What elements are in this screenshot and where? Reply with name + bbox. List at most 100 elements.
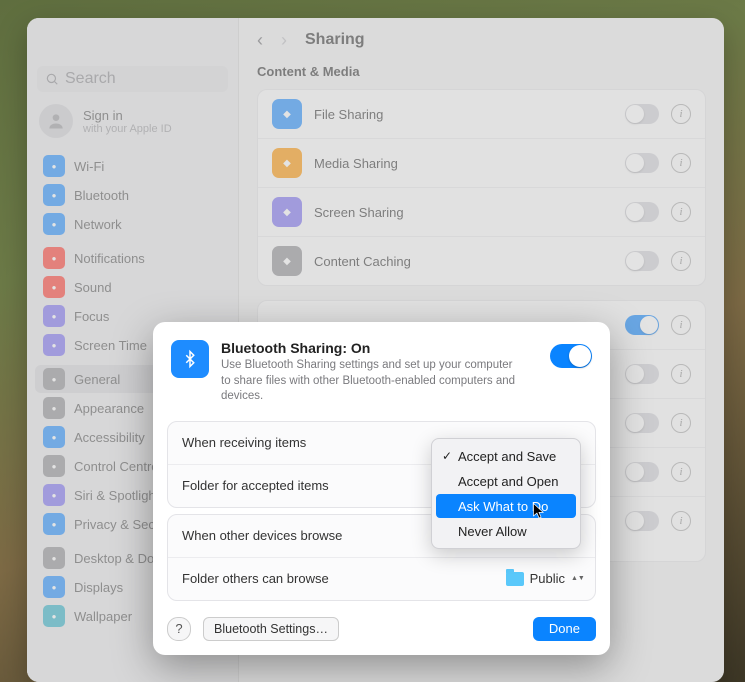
done-button[interactable]: Done — [533, 617, 596, 641]
bluetooth-icon — [171, 340, 209, 378]
person-icon — [46, 111, 66, 131]
content-row-label: Screen Sharing — [314, 205, 625, 220]
control-centre-icon: ● — [43, 455, 65, 477]
sidebar-item-sound[interactable]: ● Sound — [35, 273, 230, 301]
sidebar-item-wi-fi[interactable]: ● Wi-Fi — [35, 152, 230, 180]
bluetooth-sharing-toggle[interactable] — [550, 344, 592, 368]
folder-accepted-label: Folder for accepted items — [182, 478, 329, 493]
cursor-icon — [532, 502, 546, 520]
page-title: Sharing — [305, 31, 365, 49]
folder-browse-label: Folder others can browse — [182, 571, 329, 586]
folder-icon: ◆ — [272, 99, 302, 129]
section-title: Content & Media — [257, 64, 724, 79]
sidebar-item-label: Accessibility — [74, 430, 145, 445]
when-receiving-label: When receiving items — [182, 435, 306, 450]
help-button[interactable]: ? — [167, 617, 191, 641]
avatar — [39, 104, 73, 138]
check-icon: ✓ — [442, 449, 452, 463]
media-icon: ◆ — [272, 148, 302, 178]
siri-icon: ● — [43, 484, 65, 506]
bluetooth-settings-button[interactable]: Bluetooth Settings… — [203, 617, 339, 641]
sidebar-item-label: Sound — [74, 280, 112, 295]
content-row-toggle[interactable] — [625, 202, 659, 222]
sidebar-item-label: Screen Time — [74, 338, 147, 353]
info-icon[interactable]: i — [671, 153, 691, 173]
chevron-up-down-icon: ▲▼ — [571, 572, 581, 586]
wifi-icon: ● — [43, 155, 65, 177]
info-icon[interactable]: i — [671, 413, 691, 433]
info-icon[interactable]: i — [671, 315, 691, 335]
content-row-label: Content Caching — [314, 254, 625, 269]
search-input[interactable]: Search — [37, 66, 228, 92]
info-icon[interactable]: i — [671, 251, 691, 271]
dropdown-item[interactable]: ✓ Accept and Save — [436, 444, 576, 468]
sidebar-item-label: Network — [74, 217, 122, 232]
folder-icon — [506, 572, 524, 586]
when-receiving-dropdown[interactable]: ✓ Accept and Save Accept and OpenAsk What … — [431, 438, 581, 549]
account-row[interactable]: Sign in with your Apple ID — [39, 104, 226, 138]
desktop-icon: ● — [43, 547, 65, 569]
content-row-label: Media Sharing — [314, 156, 625, 171]
sidebar-item-network[interactable]: ● Network — [35, 210, 230, 238]
sidebar-item-bluetooth[interactable]: ● Bluetooth — [35, 181, 230, 209]
content-row[interactable]: ◆ Screen Sharing i — [258, 188, 705, 237]
sidebar-item-label: Control Centre — [74, 459, 159, 474]
privacy-icon: ● — [43, 513, 65, 535]
account-subtitle: with your Apple ID — [83, 123, 172, 135]
hourglass-icon: ● — [43, 334, 65, 356]
dropdown-item[interactable]: Accept and Open — [436, 469, 576, 493]
sidebar-item-label: Notifications — [74, 251, 145, 266]
sidebar-item-label: Wi-Fi — [74, 159, 104, 174]
when-browse-label: When other devices browse — [182, 528, 342, 543]
bluetooth-icon: ● — [43, 184, 65, 206]
sound-icon: ● — [43, 276, 65, 298]
content-row[interactable]: ◆ Content Caching i — [258, 237, 705, 285]
sidebar-item-label: Bluetooth — [74, 188, 129, 203]
modal-title: Bluetooth Sharing: On — [221, 340, 521, 356]
dropdown-item-label: Accept and Save — [458, 449, 556, 464]
info-icon[interactable]: i — [671, 511, 691, 531]
service-row-toggle[interactable] — [625, 364, 659, 384]
cache-icon: ◆ — [272, 246, 302, 276]
service-row-toggle[interactable] — [625, 413, 659, 433]
network-icon: ● — [43, 213, 65, 235]
forward-button[interactable]: › — [281, 30, 287, 51]
sidebar-item-label: Focus — [74, 309, 109, 324]
info-icon[interactable]: i — [671, 104, 691, 124]
service-row-toggle[interactable] — [625, 462, 659, 482]
bell-icon: ● — [43, 247, 65, 269]
displays-icon: ● — [43, 576, 65, 598]
info-icon[interactable]: i — [671, 462, 691, 482]
content-row-label: File Sharing — [314, 107, 625, 122]
dropdown-item[interactable]: Never Allow — [436, 519, 576, 543]
info-icon[interactable]: i — [671, 202, 691, 222]
content-row-toggle[interactable] — [625, 153, 659, 173]
content-row-toggle[interactable] — [625, 251, 659, 271]
search-placeholder: Search — [65, 70, 116, 88]
service-row-toggle[interactable] — [625, 511, 659, 531]
screen-icon: ◆ — [272, 197, 302, 227]
modal-description: Use Bluetooth Sharing settings and set u… — [221, 358, 521, 405]
service-row-toggle[interactable] — [625, 315, 659, 335]
dropdown-item[interactable]: Ask What to Do — [436, 494, 576, 518]
back-button[interactable]: ‹ — [257, 30, 263, 51]
content-row[interactable]: ◆ File Sharing i — [258, 90, 705, 139]
dropdown-item-label: Never Allow — [458, 524, 527, 539]
folder-others-select[interactable]: Public ▲▼ — [506, 571, 581, 586]
accessibility-icon: ● — [43, 426, 65, 448]
sidebar-item-label: Siri & Spotlight — [74, 488, 159, 503]
header: ‹ › Sharing — [239, 18, 724, 62]
content-row-toggle[interactable] — [625, 104, 659, 124]
sidebar-item-label: Displays — [74, 580, 123, 595]
wallpaper-icon: ● — [43, 605, 65, 627]
content-row[interactable]: ◆ Media Sharing i — [258, 139, 705, 188]
appearance-icon: ● — [43, 397, 65, 419]
gear-icon: ● — [43, 368, 65, 390]
sidebar-item-notifications[interactable]: ● Notifications — [35, 244, 230, 272]
sidebar-item-label: Appearance — [74, 401, 144, 416]
sidebar-item-label: General — [74, 372, 120, 387]
focus-icon: ● — [43, 305, 65, 327]
info-icon[interactable]: i — [671, 364, 691, 384]
account-title: Sign in — [83, 108, 172, 123]
search-icon — [45, 72, 59, 86]
